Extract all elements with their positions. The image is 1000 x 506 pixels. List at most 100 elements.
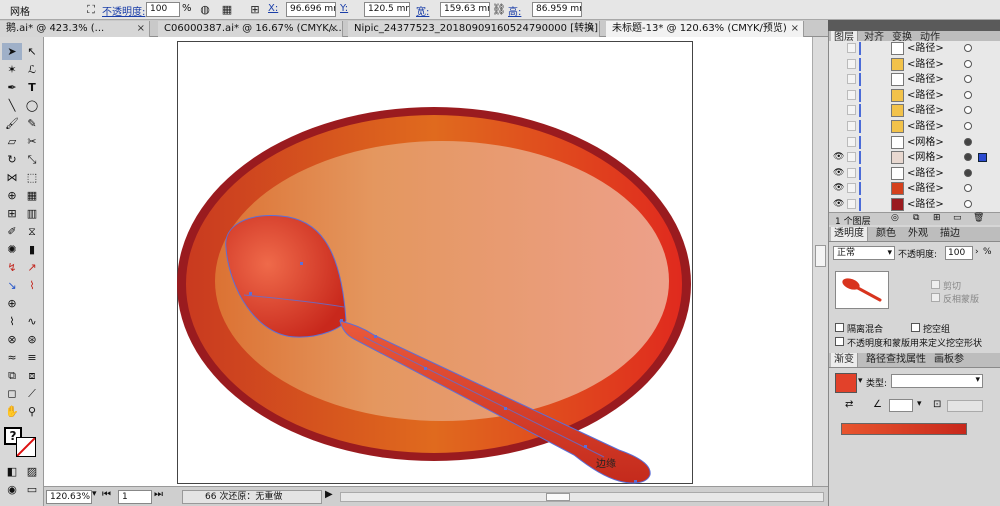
target-circle-icon[interactable] <box>964 90 972 99</box>
gradient-ramp[interactable] <box>841 423 967 435</box>
visibility-eye-icon[interactable] <box>833 105 843 115</box>
horizontal-scrollbar[interactable] <box>340 492 824 502</box>
eraser-icon[interactable]: ▱ <box>2 133 22 150</box>
layer-row[interactable]: <路径> <box>829 87 1000 105</box>
align-grid-icon[interactable]: ▦ <box>220 3 234 17</box>
selection-tool-icon[interactable]: ➤ <box>2 43 22 60</box>
color-mode-icon[interactable]: ◧ <box>2 463 22 480</box>
aspect-input[interactable] <box>947 400 983 412</box>
path-select-icon[interactable]: ↘ <box>2 277 22 294</box>
tab-transparency[interactable]: 透明度 <box>831 227 868 241</box>
lock-toggle[interactable] <box>847 105 856 116</box>
artwork[interactable]: 边缘 <box>44 37 812 486</box>
last-page-icon[interactable]: ⏭ <box>154 489 163 500</box>
scroll-thumb[interactable] <box>546 493 570 501</box>
gradient-tool-icon[interactable]: ▥ <box>22 205 42 222</box>
scallop-icon[interactable]: ≈ <box>2 349 22 366</box>
lock-toggle[interactable] <box>847 58 856 69</box>
angle-input[interactable] <box>889 399 913 412</box>
target-circle-icon[interactable] <box>964 75 972 84</box>
new-sublayer-icon[interactable]: ⊞ <box>933 213 941 223</box>
layer-row[interactable]: 👁 <路径> <box>829 165 1000 183</box>
layer-row[interactable]: <网格> <box>829 134 1000 152</box>
target-circle-icon[interactable] <box>964 168 972 177</box>
reference-point-icon[interactable]: ⊞ <box>248 3 262 17</box>
width-tool-icon[interactable]: ⋈ <box>2 169 22 186</box>
tab-gradient[interactable]: 渐变 <box>831 353 858 367</box>
lock-toggle[interactable] <box>847 183 856 194</box>
layer-row[interactable]: 👁 <路径> <box>829 181 1000 198</box>
lock-toggle[interactable] <box>847 199 856 209</box>
target-circle-icon[interactable] <box>964 122 972 130</box>
bloat-icon[interactable]: ⊛ <box>22 331 42 348</box>
close-icon[interactable]: × <box>137 21 145 36</box>
tab-doc-2[interactable]: C06000387.ai* @ 16.67% (CMYK/... × <box>158 21 343 37</box>
layer-row[interactable]: <路径> <box>829 119 1000 136</box>
twirl-icon[interactable]: ∿ <box>22 313 42 330</box>
visibility-eye-icon[interactable]: 👁 <box>833 199 844 209</box>
target-circle-icon[interactable] <box>964 200 972 208</box>
screen-mode-icon[interactable]: ▭ <box>22 481 42 498</box>
visibility-eye-icon[interactable] <box>833 43 843 53</box>
blend-tool-icon[interactable]: ⧖ <box>22 223 42 240</box>
scale-icon[interactable]: ⤡ <box>22 151 42 168</box>
lock-toggle[interactable] <box>847 136 856 147</box>
visibility-eye-icon[interactable]: 👁 <box>833 183 844 193</box>
zoom-tool-icon[interactable]: ⚲ <box>22 403 42 420</box>
tab-appearance[interactable]: 外观 <box>905 227 931 241</box>
blend-mode-select[interactable]: 正常 ▾ <box>833 246 895 260</box>
lock-toggle[interactable] <box>847 89 856 100</box>
opacity-input[interactable]: 100 <box>146 2 180 17</box>
visibility-eye-icon[interactable]: 👁 <box>833 152 844 162</box>
tab-color[interactable]: 颜色 <box>873 227 899 241</box>
layer-row[interactable]: <路径> <box>829 56 1000 74</box>
stroke-swatch[interactable] <box>16 437 36 457</box>
zoom-field[interactable]: 120.63% <box>46 490 92 504</box>
gradient-mode-icon[interactable]: ▨ <box>22 463 42 480</box>
target-circle-icon[interactable] <box>964 137 972 146</box>
scissors-icon[interactable]: ✂ <box>22 133 42 150</box>
slice-icon[interactable]: ⌇ <box>22 277 42 294</box>
close-icon[interactable]: × <box>587 21 595 36</box>
layer-row[interactable]: <路径> <box>829 103 1000 120</box>
live-paint-select-icon[interactable]: ⧈ <box>22 367 42 384</box>
x-input[interactable]: 96.696 mm <box>286 2 336 17</box>
column-graph-icon[interactable]: ▮ <box>22 241 42 258</box>
tab-doc-4[interactable]: 未标题-13* @ 120.63% (CMYK/预览) × <box>606 21 804 37</box>
gradient-swatch[interactable] <box>835 373 857 393</box>
close-icon[interactable]: × <box>791 21 799 36</box>
angle-icon[interactable]: ∠ <box>873 399 882 410</box>
close-icon[interactable]: × <box>330 21 338 36</box>
lock-toggle[interactable] <box>847 167 856 178</box>
clip-checkbox[interactable] <box>931 280 940 289</box>
direct-selection-tool-icon[interactable]: ↖ <box>22 43 42 60</box>
delete-icon[interactable]: 🗑 <box>973 213 984 223</box>
pencil-icon[interactable]: ✎ <box>22 115 42 132</box>
type-tool-icon[interactable]: T <box>22 79 42 96</box>
status-menu-icon[interactable]: ▶ <box>325 489 333 500</box>
opacity-mask-checkbox[interactable] <box>835 337 844 346</box>
tab-stroke[interactable]: 描边 <box>937 227 963 241</box>
visibility-eye-icon[interactable] <box>833 121 843 131</box>
layer-row[interactable]: <路径> <box>829 41 1000 58</box>
live-paint-icon[interactable]: ⧉ <box>2 367 22 384</box>
knife-icon[interactable]: ⟋ <box>22 385 42 402</box>
mesh-tool-icon[interactable]: ⊞ <box>2 205 22 222</box>
visibility-eye-icon[interactable] <box>833 90 843 100</box>
reverse-gradient-icon[interactable]: ⇄ <box>845 399 853 410</box>
lock-toggle[interactable] <box>847 121 856 131</box>
curvature-icon[interactable]: ↗ <box>22 259 42 276</box>
opacity-link[interactable]: 不透明度: <box>102 3 145 18</box>
layer-row[interactable]: 👁 <网格> <box>829 150 1000 167</box>
width-input[interactable]: 159.63 mm <box>440 2 490 17</box>
pucker-icon[interactable]: ⊗ <box>2 331 22 348</box>
link-icon[interactable]: ⛓ <box>492 3 506 17</box>
clipping-mask-icon[interactable]: ⧉ <box>913 213 919 223</box>
tab-doc-3[interactable]: Nipic_24377523_20180909160524790000 [转换]… <box>348 21 600 37</box>
first-page-icon[interactable]: ⏮ <box>102 489 111 500</box>
hand-tool-icon[interactable]: ✋ <box>2 403 22 420</box>
visibility-eye-icon[interactable] <box>833 59 843 69</box>
scroll-thumb[interactable] <box>815 245 826 267</box>
page-field[interactable]: 1 <box>118 490 152 504</box>
aspect-ratio-icon[interactable]: ⊡ <box>933 399 941 410</box>
